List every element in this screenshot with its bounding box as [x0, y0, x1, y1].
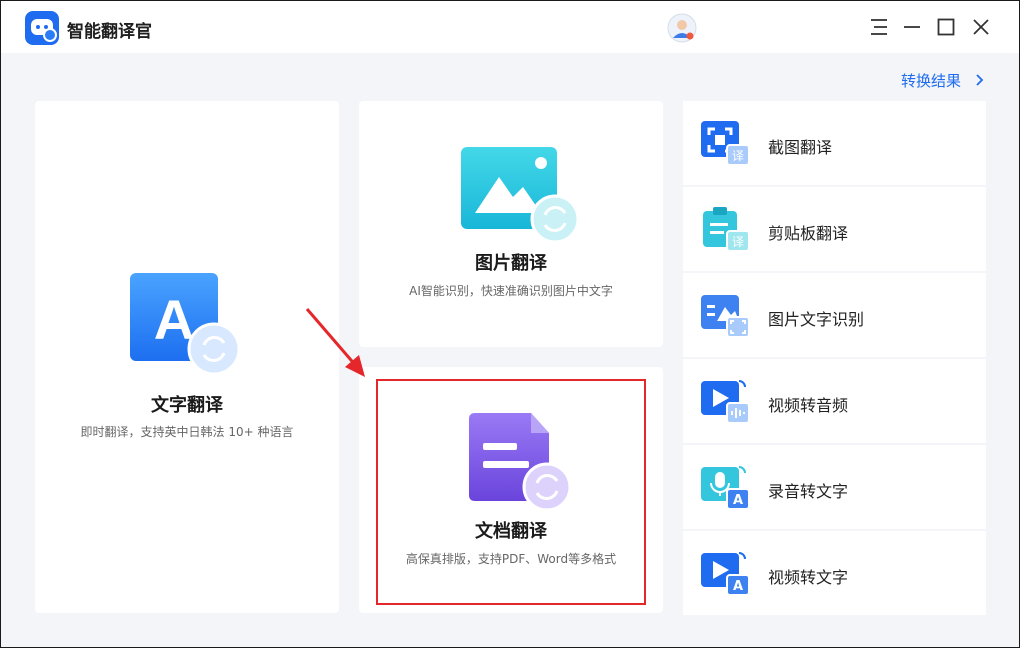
document-translate-title: 文档翻译	[475, 521, 547, 542]
menu-icon[interactable]	[867, 15, 891, 39]
title-bar: 智能翻译官	[1, 1, 1019, 53]
sidebar-item-label: 截图翻译	[768, 138, 833, 157]
sidebar-item-clipboard-translate[interactable]: 译 剪贴板翻译	[683, 187, 986, 271]
image-translate-card[interactable]: 图片翻译 AI智能识别，快速准确识别图片中文字	[359, 101, 663, 347]
red-arrow-icon	[305, 308, 365, 377]
video-to-audio-icon	[701, 380, 750, 424]
document-translate-icon	[469, 413, 572, 512]
clipboard-translate-icon: 译	[703, 207, 750, 252]
conversion-results-label: 转换结果	[901, 72, 962, 90]
translate-badge-text: 译	[732, 235, 744, 249]
sidebar-item-label: 剪贴板翻译	[768, 224, 849, 243]
sidebar-item-video-to-text[interactable]: A 视频转文字	[683, 531, 986, 615]
document-translate-desc: 高保真排版，支持PDF、Word等多格式	[405, 552, 617, 566]
app-logo-icon	[25, 11, 59, 45]
sidebar-item-screenshot-translate[interactable]: 译 截图翻译	[683, 101, 986, 185]
sidebar-item-label: 录音转文字	[768, 482, 849, 501]
text-translate-desc: 即时翻译，支持英中日韩法 10+ 种语言	[80, 425, 294, 439]
image-translate-title: 图片翻译	[475, 253, 547, 274]
text-translate-card[interactable]: A 文字翻译 即时翻译，支持英中日韩法 10+ 种语言	[35, 101, 339, 613]
app-title: 智能翻译官	[67, 22, 152, 42]
image-translate-desc: AI智能识别，快速准确识别图片中文字	[409, 284, 613, 298]
sidebar-item-video-to-audio[interactable]: 视频转音频	[683, 359, 986, 443]
letter-badge-text: A	[733, 579, 743, 594]
image-ocr-icon	[701, 295, 750, 338]
conversion-results-link[interactable]: 转换结果	[901, 70, 984, 91]
sidebar-item-recording-to-text[interactable]: A 录音转文字	[683, 445, 986, 529]
chevron-right-icon	[976, 74, 984, 86]
maximize-icon[interactable]	[934, 15, 958, 39]
translate-badge-text: 译	[732, 149, 744, 163]
text-translate-title: 文字翻译	[151, 395, 223, 416]
sidebar-item-label: 视频转音频	[768, 396, 849, 415]
app-window: 智能翻译官 转换结果 A 文字翻译 即时翻译，支持英中日韩法 10+ 种语言 图…	[0, 0, 1020, 648]
sidebar-item-image-ocr[interactable]: 图片文字识别	[683, 273, 986, 357]
user-avatar-icon[interactable]	[667, 13, 697, 43]
text-translate-icon-letter: A	[154, 288, 194, 351]
sidebar-item-label: 视频转文字	[768, 568, 849, 587]
image-translate-icon	[461, 147, 580, 244]
video-to-text-icon: A	[701, 552, 750, 596]
text-translate-icon: A	[130, 273, 241, 376]
sidebar-item-label: 图片文字识别	[768, 310, 865, 329]
document-translate-card[interactable]: 文档翻译 高保真排版，支持PDF、Word等多格式	[359, 367, 663, 613]
close-icon[interactable]	[969, 15, 993, 39]
letter-badge-text: A	[733, 493, 743, 508]
screenshot-translate-icon: 译	[701, 121, 750, 166]
recording-to-text-icon: A	[701, 466, 750, 510]
minimize-icon[interactable]	[900, 15, 924, 39]
